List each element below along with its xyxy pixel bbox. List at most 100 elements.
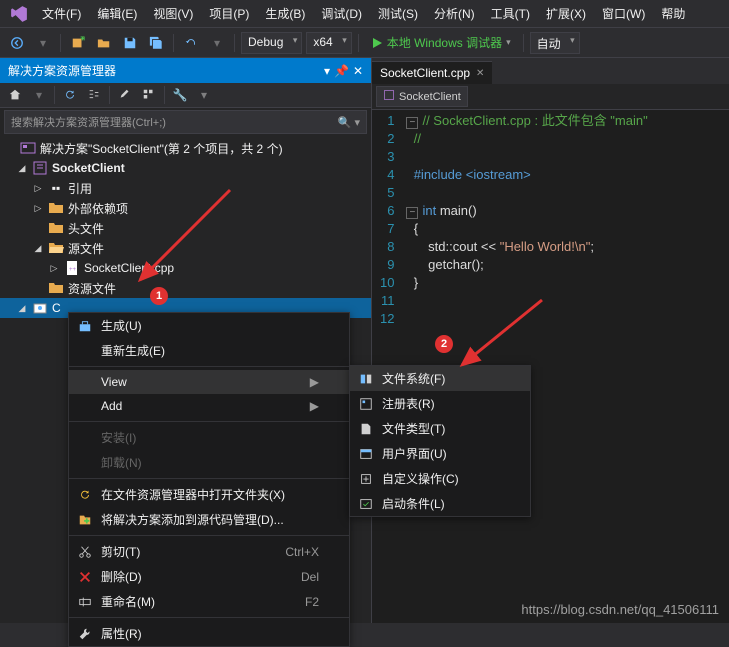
expander-icon[interactable]: ◢ (16, 303, 28, 314)
menu-bar: 文件(F) 编辑(E) 视图(V) 项目(P) 生成(B) 调试(D) 测试(S… (0, 0, 729, 28)
panel-dropdown-icon[interactable]: ▾ (324, 64, 330, 78)
ctx-item[interactable]: 启动条件(L) (350, 491, 530, 516)
ctx-item[interactable]: 剪切(T)Ctrl+X (69, 539, 349, 564)
project-node[interactable]: ◢ SocketClient (0, 158, 371, 178)
ctx-item: 卸载(N) (69, 450, 349, 475)
menu-test[interactable]: 测试(S) (370, 1, 426, 26)
open-icon[interactable] (93, 32, 115, 54)
menu-help[interactable]: 帮助 (653, 1, 693, 26)
close-tab-icon[interactable]: ✕ (476, 68, 484, 79)
panel-title: 解决方案资源管理器 (8, 62, 116, 79)
menu-build[interactable]: 生成(B) (257, 1, 313, 26)
expander-icon[interactable]: ▷ (32, 203, 44, 214)
cut-icon (75, 544, 95, 560)
more-icon[interactable]: ▾ (193, 85, 215, 105)
ctx-label: 属性(R) (101, 625, 142, 642)
separator (234, 34, 235, 52)
save-icon[interactable] (119, 32, 141, 54)
nav-back-icon[interactable] (6, 32, 28, 54)
submenu-arrow-icon: ▶ (310, 399, 319, 413)
expander-icon[interactable]: ◢ (16, 163, 28, 174)
home-icon[interactable] (4, 85, 26, 105)
menu-edit[interactable]: 编辑(E) (89, 1, 145, 26)
separator (523, 34, 524, 52)
ctx-label: 重新生成(E) (101, 342, 165, 359)
expander-icon[interactable]: ◢ (32, 243, 44, 254)
sync-icon[interactable]: ▾ (28, 85, 50, 105)
auto-combo[interactable]: 自动 (530, 32, 580, 54)
tab-active[interactable]: SocketClient.cpp ✕ (372, 61, 492, 84)
nav-fwd-icon[interactable]: ▾ (32, 32, 54, 54)
menu-separator (69, 366, 349, 367)
properties-icon[interactable] (114, 85, 136, 105)
fold-icon[interactable]: − (406, 117, 418, 129)
menu-extensions[interactable]: 扩展(X) (538, 1, 594, 26)
play-icon (371, 37, 383, 49)
headers-node[interactable]: 头文件 (0, 218, 371, 238)
search-input[interactable]: 搜索解决方案资源管理器(Ctrl+;) 🔍 ▾ (4, 110, 367, 134)
ctx-item[interactable]: Add▶ (69, 394, 349, 418)
ctx-item[interactable]: 在文件资源管理器中打开文件夹(X) (69, 482, 349, 507)
ctx-item[interactable]: 属性(R) (69, 621, 349, 646)
pin-icon[interactable]: 📌 (334, 64, 349, 78)
ctx-item[interactable]: 注册表(R) (350, 391, 530, 416)
ctx-item[interactable]: 将解决方案添加到源代码管理(D)... (69, 507, 349, 532)
shortcut: Del (301, 570, 319, 584)
ctx-item[interactable]: 重新生成(E) (69, 338, 349, 363)
menu-separator (69, 535, 349, 536)
svg-text:++: ++ (69, 267, 77, 273)
collapse-icon[interactable] (83, 85, 105, 105)
source-file-node[interactable]: ▷ ++ SocketClient.cpp (0, 258, 371, 278)
run-button[interactable]: 本地 Windows 调试器 ▾ (365, 34, 517, 51)
menu-analyze[interactable]: 分析(N) (426, 1, 483, 26)
ctx-item[interactable]: 生成(U) (69, 313, 349, 338)
ctx-item[interactable]: 用户界面(U) (350, 441, 530, 466)
annotation-badge: 2 (435, 335, 453, 353)
project-icon (383, 89, 395, 104)
wrench-icon[interactable]: 🔧 (169, 85, 191, 105)
references-icon: ▪▪ (48, 180, 64, 196)
ctx-item[interactable]: 自定义操作(C) (350, 466, 530, 491)
menu-file[interactable]: 文件(F) (34, 1, 89, 26)
ctx-item[interactable]: View▶ (69, 370, 349, 394)
menu-separator (69, 478, 349, 479)
show-all-icon[interactable] (138, 85, 160, 105)
nav-scope-combo[interactable]: SocketClient (376, 86, 468, 107)
menu-debug[interactable]: 调试(D) (313, 1, 370, 26)
ctx-label: 将解决方案添加到源代码管理(D)... (101, 511, 284, 528)
blank-icon (75, 455, 95, 471)
code-editor[interactable]: 123456 789101112 −// SocketClient.cpp : … (372, 110, 729, 330)
close-icon[interactable]: ✕ (353, 64, 363, 78)
platform-combo[interactable]: x64 (306, 32, 351, 54)
menu-tools[interactable]: 工具(T) (483, 1, 538, 26)
menu-window[interactable]: 窗口(W) (594, 1, 653, 26)
separator (164, 86, 165, 104)
solution-node[interactable]: 解决方案"SocketClient"(第 2 个项目，共 2 个) (0, 138, 371, 158)
scc-icon (75, 512, 95, 528)
new-project-icon[interactable] (67, 32, 89, 54)
refresh-icon[interactable] (59, 85, 81, 105)
ctx-item[interactable]: 重命名(M)F2 (69, 589, 349, 614)
ctx-item[interactable]: 文件类型(T) (350, 416, 530, 441)
save-all-icon[interactable] (145, 32, 167, 54)
solution-icon (20, 140, 36, 156)
menu-view[interactable]: 视图(V) (145, 1, 201, 26)
expander-icon[interactable]: ▷ (32, 183, 44, 194)
redo-icon[interactable]: ▾ (206, 32, 228, 54)
ctx-item[interactable]: 删除(D)Del (69, 564, 349, 589)
sources-node[interactable]: ◢ 源文件 (0, 238, 371, 258)
ctx-item[interactable]: 文件系统(F) (350, 366, 530, 391)
folder-icon (48, 220, 64, 236)
fold-icon[interactable]: − (406, 207, 418, 219)
reg-icon (356, 396, 376, 412)
separator (60, 34, 61, 52)
references-node[interactable]: ▷ ▪▪ 引用 (0, 178, 371, 198)
fs-icon (356, 371, 376, 387)
config-combo[interactable]: Debug (241, 32, 302, 54)
folder-icon (48, 280, 64, 296)
resources-node[interactable]: 资源文件 (0, 278, 371, 298)
undo-icon[interactable] (180, 32, 202, 54)
external-node[interactable]: ▷ 外部依赖项 (0, 198, 371, 218)
menu-project[interactable]: 项目(P) (201, 1, 257, 26)
expander-icon[interactable]: ▷ (48, 263, 60, 274)
